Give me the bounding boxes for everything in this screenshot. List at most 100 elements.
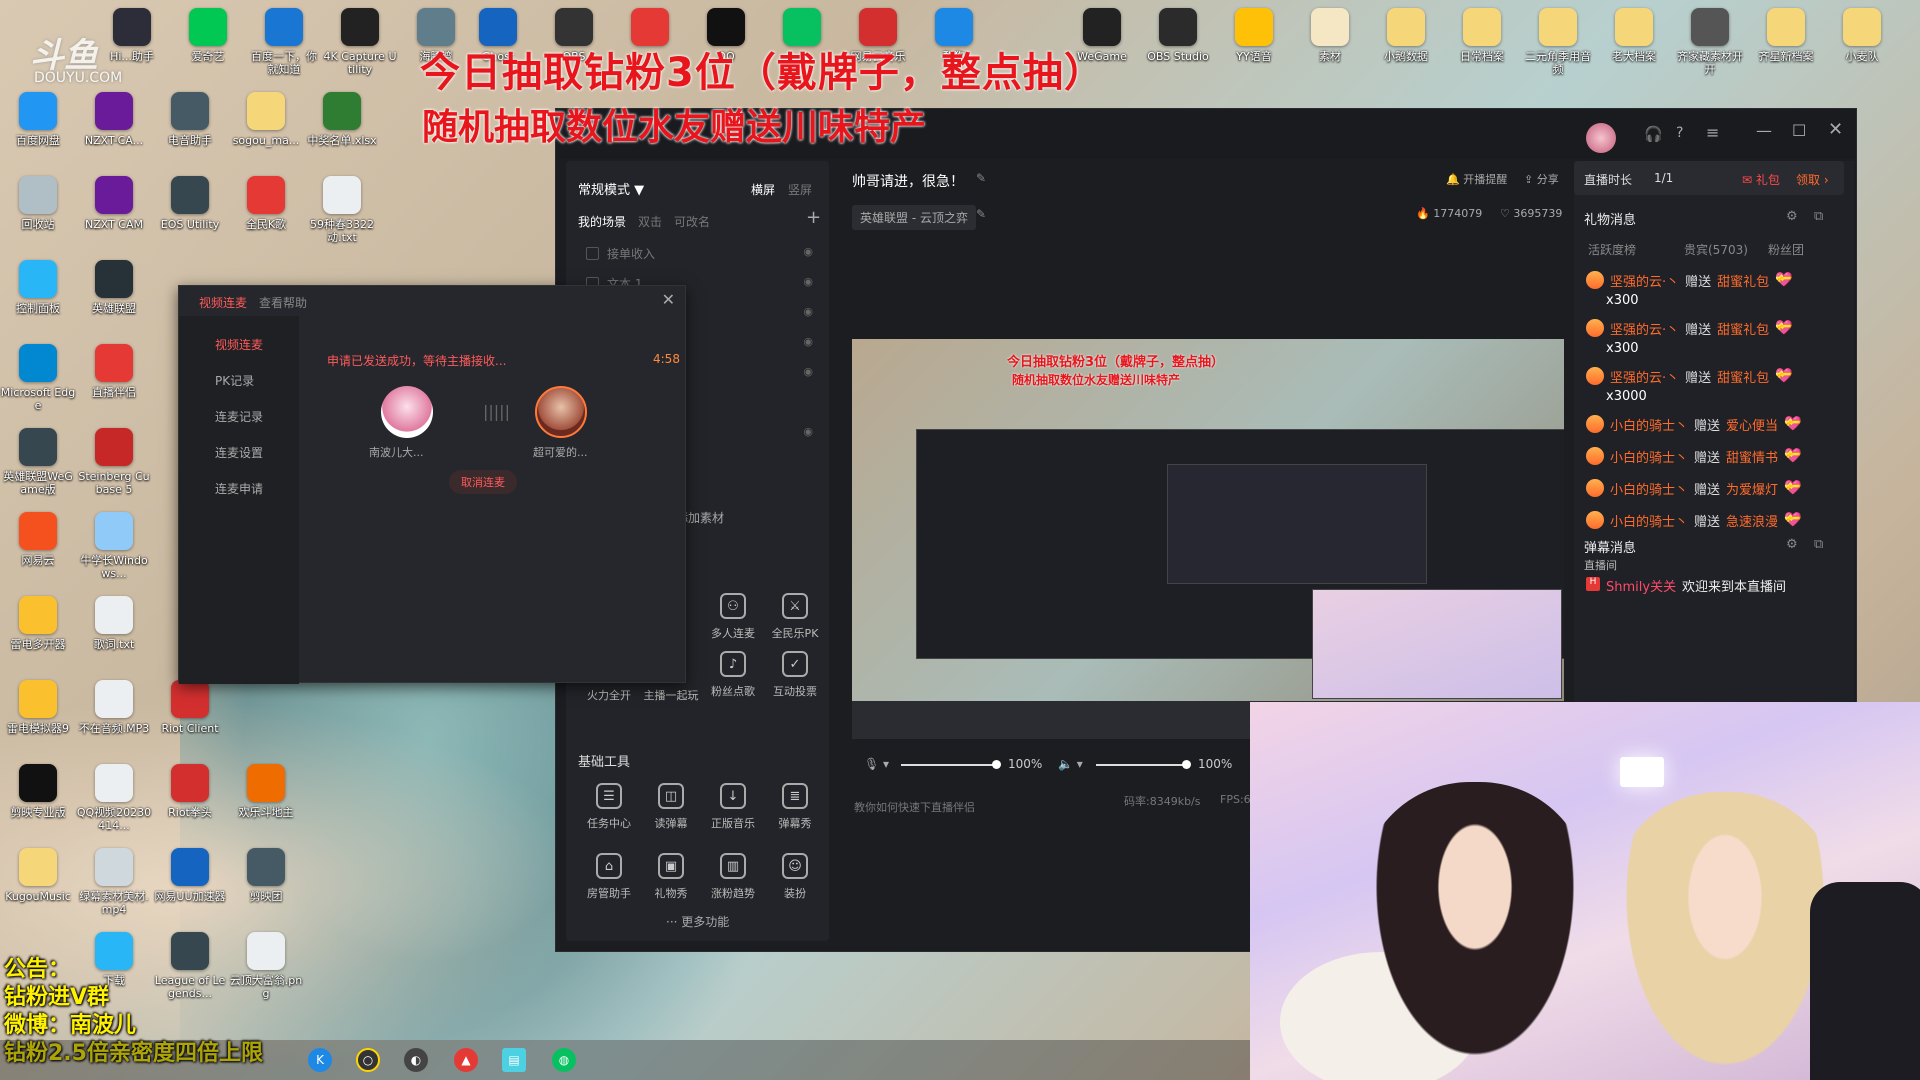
pk-tool[interactable]: ⚔ 全民乐PK: [764, 593, 826, 641]
add-scene-icon[interactable]: +: [806, 207, 821, 228]
gift-user[interactable]: 小白的骑士丶: [1610, 447, 1688, 466]
desktop-icon[interactable]: Riot Client: [152, 680, 228, 764]
mode-dropdown[interactable]: 常规模式 ▼: [578, 179, 644, 198]
desktop-icon[interactable]: 齐星新档案: [1748, 8, 1824, 92]
multi-link-tool[interactable]: ⚇ 多人连麦: [702, 593, 764, 641]
desktop-icon[interactable]: 歌词.txt: [76, 596, 152, 680]
stream-preview[interactable]: 今日抽取钻粉3位（戴牌子，整点抽） 随机抽取数位水友赠送川味特产: [852, 339, 1564, 739]
portrait-toggle[interactable]: 竖屏: [788, 181, 812, 198]
gift-user[interactable]: 坚强的云·丶: [1610, 271, 1679, 290]
gift-user[interactable]: 坚强的云·丶: [1610, 319, 1679, 338]
danmu-popout-icon[interactable]: ⧉: [1814, 537, 1823, 552]
gift-user[interactable]: 小白的骑士丶: [1610, 479, 1688, 498]
desktop-icon[interactable]: 小鹅数据: [1368, 8, 1444, 92]
popout-icon[interactable]: ⧉: [1814, 209, 1823, 224]
landscape-toggle[interactable]: 横屏: [751, 181, 775, 198]
scene-tab-rename[interactable]: 可改名: [674, 213, 710, 230]
desktop-icon[interactable]: 日常档案: [1444, 8, 1520, 92]
obs-studio-taskbar-icon[interactable]: ◐: [404, 1048, 428, 1072]
desktop-icon[interactable]: 雷电多开器: [0, 596, 76, 680]
vote-tool[interactable]: ✓ 互动投票: [764, 651, 826, 699]
side-link-record[interactable]: 连麦记录: [215, 408, 263, 425]
desktop-icon[interactable]: 剪映团: [228, 848, 304, 932]
close-icon[interactable]: ✕: [1828, 119, 1843, 140]
eye-icon[interactable]: ◉: [803, 305, 813, 318]
dress-up-tool[interactable]: ☺ 装扮: [764, 853, 826, 901]
desktop-icon[interactable]: 全民K歌: [228, 176, 304, 260]
headset-icon[interactable]: 🎧: [1644, 125, 1663, 143]
desktop-icon[interactable]: 牛学长Windows...: [76, 512, 152, 596]
close-dialog-icon[interactable]: ✕: [662, 290, 675, 309]
checkbox-icon[interactable]: [586, 246, 599, 260]
danmu-user[interactable]: Shmily关关: [1606, 576, 1676, 595]
eye-icon[interactable]: ◉: [803, 245, 813, 258]
desktop-icon[interactable]: 网易UU加速器: [152, 848, 228, 932]
user-avatar[interactable]: [1586, 123, 1616, 153]
desktop-icon[interactable]: sogou_ma...: [228, 92, 304, 176]
stream-title[interactable]: 帅哥请进，很急！: [852, 171, 964, 191]
eye-icon[interactable]: ◉: [803, 365, 813, 378]
desktop-icon[interactable]: 英雄联盟: [76, 260, 152, 344]
desktop-icon[interactable]: 回收站: [0, 176, 76, 260]
desktop-icon[interactable]: 绿幕素材美材.mp4: [76, 848, 152, 932]
scene-tab-mine[interactable]: 我的场景: [578, 213, 626, 230]
desktop-icon[interactable]: EOS Utility: [152, 176, 228, 260]
desktop-icon[interactable]: 网易云: [0, 512, 76, 596]
task-center-tool[interactable]: ☰ 任务中心: [578, 783, 640, 831]
notes-taskbar-icon[interactable]: ▤: [502, 1048, 526, 1072]
desktop-icon[interactable]: Steinberg Cubase 5: [76, 428, 152, 512]
desktop-icon[interactable]: 二元角季用音频: [1520, 8, 1596, 92]
admin-tool[interactable]: ⌂ 房管助手: [578, 853, 640, 901]
desktop-icon[interactable]: 英雄联盟WeGame版: [0, 428, 76, 512]
tab-video-link[interactable]: 视频连麦: [199, 294, 247, 311]
mic-slider-thumb[interactable]: [992, 760, 1001, 769]
speaker-icon[interactable]: 🔈 ▾: [1058, 757, 1083, 771]
desktop-icon[interactable]: NZXT-CA...: [76, 92, 152, 176]
kugou-taskbar-icon[interactable]: K: [308, 1048, 332, 1072]
more-functions-button[interactable]: ··· 更多功能: [666, 913, 729, 930]
play-together-tool[interactable]: 主播一起玩: [640, 681, 702, 703]
speaker-slider-thumb[interactable]: [1182, 760, 1191, 769]
minimize-icon[interactable]: —: [1756, 121, 1772, 140]
desktop-icon[interactable]: NZXT CAM: [76, 176, 152, 260]
desktop-icon[interactable]: 电音助手: [152, 92, 228, 176]
speaker-volume-slider[interactable]: [1096, 764, 1186, 766]
danmu-show-tool[interactable]: ≣ 弹幕秀: [764, 783, 826, 831]
gift-user[interactable]: 小白的骑士丶: [1610, 511, 1688, 530]
eye-icon[interactable]: ◉: [803, 335, 813, 348]
desktop-icon[interactable]: 素材: [1292, 8, 1368, 92]
desktop-icon[interactable]: 小麦队: [1824, 8, 1900, 92]
desktop-icon[interactable]: QQ视频20230414...: [76, 764, 152, 848]
wechat-taskbar-icon[interactable]: ◍: [552, 1048, 576, 1072]
mic-volume-slider[interactable]: [901, 764, 996, 766]
firepower-tool[interactable]: 火力全开: [578, 681, 640, 703]
tip-text[interactable]: 教你如何快速下直播伴侣: [854, 799, 975, 815]
desktop-icon[interactable]: 百度一下，你就知道: [246, 8, 322, 92]
desktop-icon[interactable]: 直播伴侣: [76, 344, 152, 428]
source-item[interactable]: 接单收入: [586, 243, 655, 263]
scene-tab-double[interactable]: 双击: [638, 213, 662, 230]
category-tag[interactable]: 英雄联盟 - 云顶之弈: [852, 205, 976, 230]
claim-button[interactable]: 领取 ›: [1796, 171, 1829, 188]
eye-icon[interactable]: ◉: [803, 275, 813, 288]
desktop-icon[interactable]: 中奖名单.xlsx: [304, 92, 380, 176]
desktop-icon[interactable]: 4K Capture Utility: [322, 8, 398, 92]
tab-activity[interactable]: 活跃度榜: [1588, 241, 1636, 258]
fans-trend-tool[interactable]: ▥ 涨粉趋势: [702, 853, 764, 901]
desktop-icon[interactable]: 59种春3322动.txt: [304, 176, 380, 260]
desktop-icon[interactable]: 控制面板: [0, 260, 76, 344]
gift-user[interactable]: 坚强的云·丶: [1610, 367, 1679, 386]
desktop-icon[interactable]: KugouMusic: [0, 848, 76, 932]
maximize-icon[interactable]: ☐: [1792, 121, 1806, 140]
desktop-icon[interactable]: YY语音: [1216, 8, 1292, 92]
desktop-icon[interactable]: Microsoft Edge: [0, 344, 76, 428]
gift-show-tool[interactable]: ▣ 礼物秀: [640, 853, 702, 901]
desktop-icon[interactable]: 百度网盘: [0, 92, 76, 176]
gift-pack-button[interactable]: ✉ 礼包: [1742, 171, 1780, 188]
desktop-icon[interactable]: 剪映专业版: [0, 764, 76, 848]
help-icon[interactable]: ?: [1676, 125, 1683, 141]
danmu-settings-icon[interactable]: ⚙: [1786, 537, 1798, 552]
side-link-settings[interactable]: 连麦设置: [215, 444, 263, 461]
side-video-link[interactable]: 视频连麦: [215, 336, 263, 353]
read-danmu-tool[interactable]: ◫ 读弹幕: [640, 783, 702, 831]
